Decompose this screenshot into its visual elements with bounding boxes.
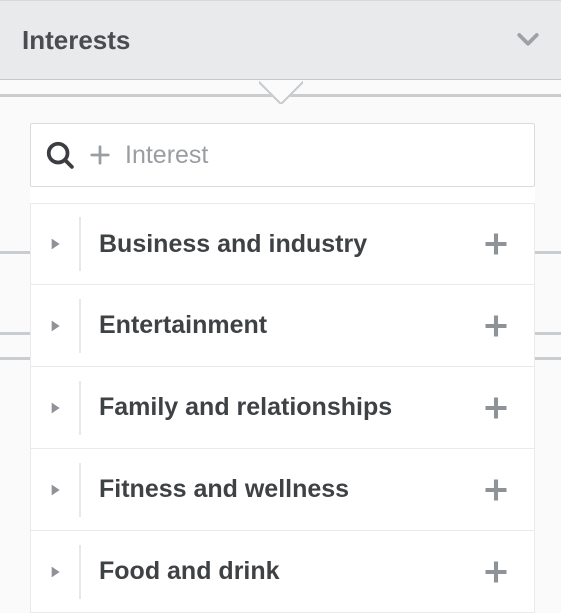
divider	[79, 299, 81, 353]
divider	[79, 381, 81, 435]
expand-icon[interactable]	[31, 564, 79, 580]
category-label: Fitness and wellness	[99, 475, 476, 504]
add-button[interactable]	[476, 306, 516, 346]
category-label: Business and industry	[99, 230, 476, 259]
dropdown-pointer	[259, 80, 303, 104]
interests-header[interactable]: Interests	[0, 0, 561, 80]
category-label: Entertainment	[99, 311, 476, 340]
add-button[interactable]	[476, 470, 516, 510]
interests-panel: Business and industry Entertainment	[30, 123, 535, 613]
list-item[interactable]: Entertainment	[30, 285, 535, 367]
expand-icon[interactable]	[31, 236, 79, 252]
category-label: Family and relationships	[99, 393, 476, 422]
add-button[interactable]	[476, 388, 516, 428]
search-row[interactable]	[30, 123, 535, 187]
expand-icon[interactable]	[31, 400, 79, 416]
category-label: Food and drink	[99, 557, 476, 586]
add-button[interactable]	[476, 552, 516, 592]
category-list: Business and industry Entertainment	[30, 203, 535, 613]
search-icon	[45, 140, 75, 170]
list-item[interactable]: Family and relationships	[30, 367, 535, 449]
divider	[79, 217, 81, 271]
plus-icon	[87, 142, 113, 168]
divider	[79, 463, 81, 517]
expand-icon[interactable]	[31, 482, 79, 498]
list-item[interactable]: Food and drink	[30, 531, 535, 613]
expand-icon[interactable]	[31, 318, 79, 334]
add-button[interactable]	[476, 224, 516, 264]
list-item[interactable]: Business and industry	[30, 203, 535, 285]
divider	[79, 545, 81, 599]
search-input[interactable]	[125, 141, 520, 170]
list-item[interactable]: Fitness and wellness	[30, 449, 535, 531]
chevron-down-icon	[513, 25, 543, 55]
interests-title: Interests	[22, 25, 130, 56]
